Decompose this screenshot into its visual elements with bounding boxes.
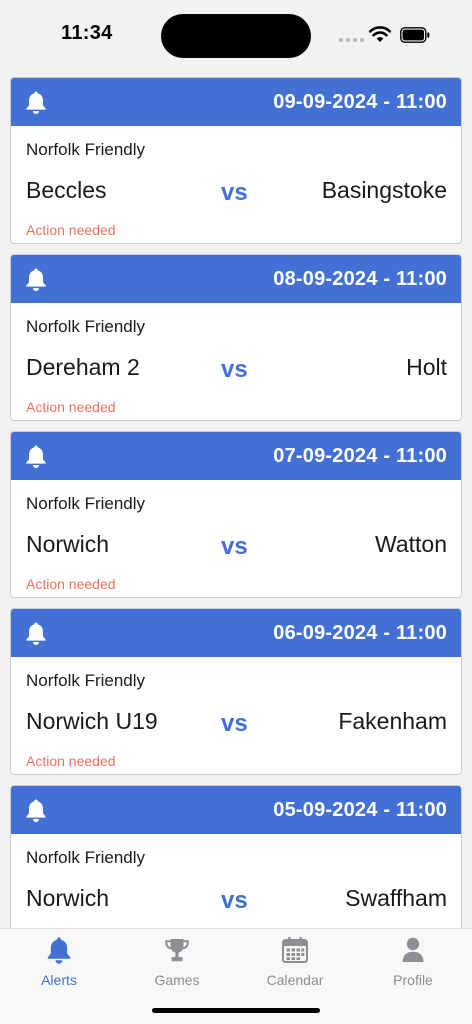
bell-icon: [26, 622, 46, 645]
action-needed-label: Action needed: [26, 576, 116, 592]
bell-icon: [26, 91, 46, 114]
away-team: Watton: [374, 531, 447, 557]
competition-label: Norfolk Friendly: [26, 494, 146, 513]
alert-card-header: 05-09-2024 - 11:00: [11, 786, 461, 834]
away-team: Holt: [406, 354, 447, 380]
home-indicator[interactable]: [152, 1008, 320, 1013]
battery-icon: [400, 27, 430, 43]
dynamic-island: [161, 14, 311, 58]
alert-card[interactable]: 09-09-2024 - 11:00 Norfolk Friendly Becc…: [10, 77, 462, 244]
action-needed-label: Action needed: [26, 399, 116, 415]
vs-label: vs: [221, 356, 248, 383]
alert-card-header: 08-09-2024 - 11:00: [11, 255, 461, 303]
tab-games[interactable]: Games: [118, 929, 236, 999]
tab-alerts[interactable]: Alerts: [0, 929, 118, 999]
action-needed-label: Action needed: [26, 222, 116, 238]
tab-label: Profile: [393, 972, 433, 988]
vs-label: vs: [221, 887, 248, 914]
cellular-signal-icon: [339, 38, 365, 44]
alert-card-header: 09-09-2024 - 11:00: [11, 78, 461, 126]
action-needed-label: Action needed: [26, 753, 116, 769]
alert-date: 06-09-2024 - 11:00: [273, 622, 447, 644]
alert-card[interactable]: 07-09-2024 - 11:00 Norfolk Friendly Norw…: [10, 431, 462, 598]
competition-label: Norfolk Friendly: [26, 671, 146, 690]
home-team: Dereham 2: [26, 354, 140, 380]
away-team: Fakenham: [338, 708, 447, 734]
vs-label: vs: [221, 710, 248, 737]
alert-card-header: 06-09-2024 - 11:00: [11, 609, 461, 657]
tab-label: Calendar: [266, 972, 324, 988]
home-team: Norwich: [26, 885, 110, 911]
bell-icon: [47, 937, 71, 964]
home-team: Norwich U19: [26, 708, 158, 734]
home-team: Beccles: [26, 177, 107, 203]
tab-calendar[interactable]: Calendar: [236, 929, 354, 999]
person-icon: [402, 937, 424, 962]
alert-card[interactable]: 08-09-2024 - 11:00 Norfolk Friendly Dere…: [10, 254, 462, 421]
away-team: Swaffham: [345, 885, 447, 911]
competition-label: Norfolk Friendly: [26, 140, 146, 159]
calendar-icon: [282, 937, 308, 963]
home-team: Norwich: [26, 531, 110, 557]
competition-label: Norfolk Friendly: [26, 848, 146, 867]
bell-icon: [26, 799, 46, 822]
alerts-list[interactable]: 09-09-2024 - 11:00 Norfolk Friendly Becc…: [0, 70, 472, 928]
bell-icon: [26, 445, 46, 468]
alert-date: 09-09-2024 - 11:00: [273, 91, 447, 113]
alert-card[interactable]: 05-09-2024 - 11:00 Norfolk Friendly Norw…: [10, 785, 462, 928]
vs-label: vs: [221, 179, 248, 206]
alert-card-header: 07-09-2024 - 11:00: [11, 432, 461, 480]
alert-date: 05-09-2024 - 11:00: [273, 799, 447, 821]
trophy-icon: [165, 939, 189, 962]
bell-icon: [26, 268, 46, 291]
tab-label: Games: [154, 972, 200, 988]
status-time: 11:34: [61, 22, 113, 44]
wifi-icon: [368, 26, 392, 42]
status-bar: 11:34: [0, 0, 472, 70]
tab-label: Alerts: [41, 972, 77, 988]
vs-label: vs: [221, 533, 248, 560]
alert-date: 07-09-2024 - 11:00: [273, 445, 447, 467]
competition-label: Norfolk Friendly: [26, 317, 146, 336]
tab-profile[interactable]: Profile: [354, 929, 472, 999]
away-team: Basingstoke: [321, 177, 447, 203]
alert-date: 08-09-2024 - 11:00: [273, 268, 447, 290]
alert-card[interactable]: 06-09-2024 - 11:00 Norfolk Friendly Norw…: [10, 608, 462, 775]
